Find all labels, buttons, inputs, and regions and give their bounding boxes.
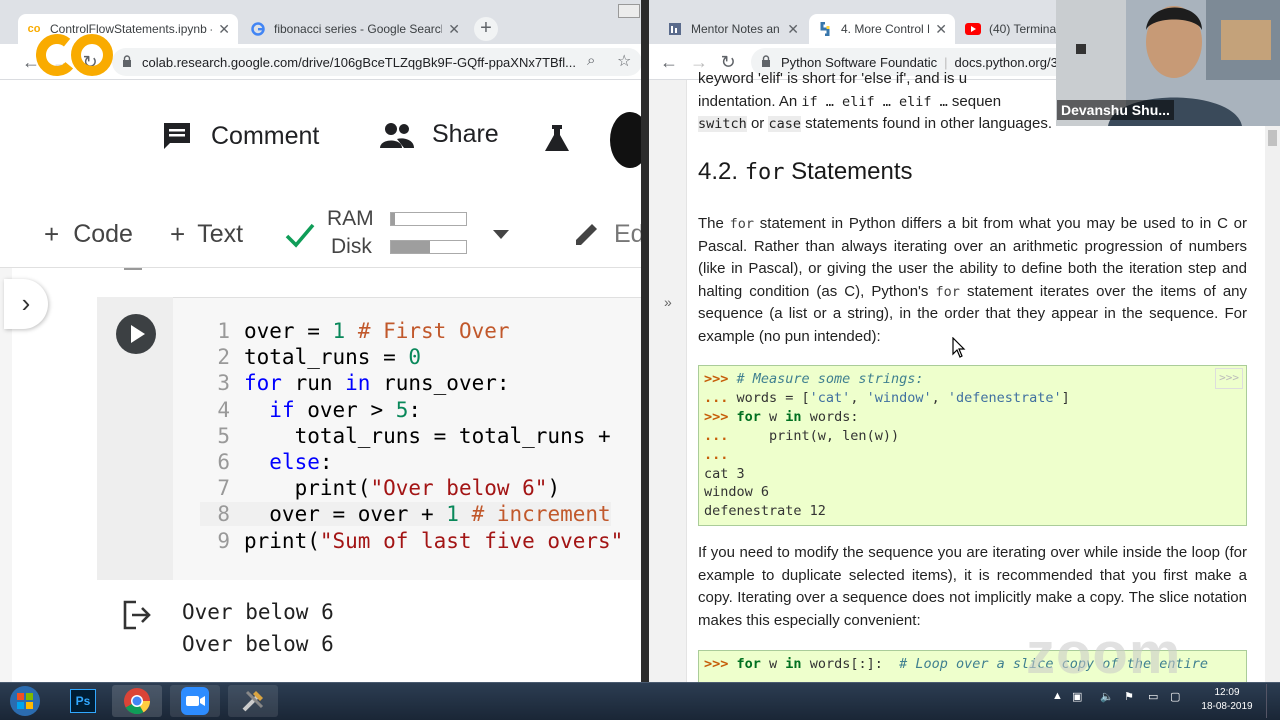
zoom-icon[interactable]: ⌕ xyxy=(587,52,595,69)
doc-scrollbar[interactable] xyxy=(1265,126,1280,682)
tray-volume-icon[interactable]: 🔈 xyxy=(1100,690,1114,703)
chrome-icon xyxy=(124,688,151,715)
new-tab-button[interactable]: + xyxy=(474,17,498,41)
disk-label: Disk xyxy=(331,235,372,258)
flask-icon[interactable] xyxy=(541,122,573,154)
doc-sidebar: » xyxy=(649,80,687,682)
sidebar-collapse-icon[interactable]: » xyxy=(664,294,672,310)
taskbar-clock[interactable]: 12:09 18-08-2019 xyxy=(1194,686,1260,714)
taskbar-zoom[interactable] xyxy=(170,685,220,717)
taskbar-chrome[interactable] xyxy=(112,685,162,717)
windows-start-icon[interactable] xyxy=(6,684,44,718)
paragraph-modify-sequence: If you need to modify the sequence you a… xyxy=(698,544,1247,629)
lock-icon xyxy=(762,55,770,67)
output-clear-icon[interactable] xyxy=(122,600,154,630)
code-line: 7 print("Over below 6") xyxy=(217,476,561,501)
cell-output xyxy=(97,580,641,682)
comment-icon xyxy=(164,123,190,149)
code-line: 9 print("Sum of last five overs" xyxy=(217,528,624,553)
taskbar-photoshop[interactable]: Ps xyxy=(58,685,108,717)
run-cell-button[interactable] xyxy=(116,314,156,354)
back-arrow-icon[interactable]: ← xyxy=(658,51,680,73)
edit-button[interactable]: Ed xyxy=(572,219,645,249)
output-text: Over below 6 Over below 6 xyxy=(182,596,334,660)
participant-name: Devanshu Shu... xyxy=(1057,100,1174,120)
tray-battery-icon[interactable]: ▭ xyxy=(1148,690,1158,703)
tab-youtube-terminal[interactable]: (40) Terminal xyxy=(957,14,1067,44)
add-code-cell-button[interactable]: + Code xyxy=(44,219,133,250)
code-line-current: 8 over = over + 1 # increment xyxy=(200,502,611,527)
window-restore-button[interactable] xyxy=(618,4,640,18)
code-line: 2 total_runs = 0 xyxy=(217,345,422,370)
checkmark-icon xyxy=(285,223,315,248)
code-line: 3 for run in runs_over: xyxy=(217,371,510,396)
pencil-icon xyxy=(576,224,597,245)
code-line: 6 else: xyxy=(217,450,333,475)
disk-usage-bar xyxy=(390,240,467,254)
taskbar-tools[interactable] xyxy=(228,685,278,717)
tab-mentor-notes[interactable]: Mentor Notes an ✕ xyxy=(659,14,807,44)
section-heading: 4.2. for Statements xyxy=(698,158,913,185)
chevron-right-icon: › xyxy=(21,288,31,318)
resources-dropdown-icon[interactable] xyxy=(493,230,509,239)
share-button[interactable]: Share xyxy=(380,120,499,149)
photoshop-icon: Ps xyxy=(70,689,96,713)
output-line: Over below 6 xyxy=(182,600,334,624)
show-desktop-button[interactable] xyxy=(1266,684,1278,718)
tray-expand-icon[interactable]: ▲ xyxy=(1052,690,1063,702)
copy-prompt-button[interactable]: >>> xyxy=(1215,368,1243,389)
bookmark-star-icon[interactable]: ☆ xyxy=(617,51,631,71)
close-tab-icon[interactable]: ✕ xyxy=(448,21,460,38)
left-panel-strip xyxy=(0,268,12,682)
comment-button[interactable]: Comment xyxy=(161,120,319,152)
close-tab-icon[interactable]: ✕ xyxy=(935,21,947,38)
ram-label: RAM xyxy=(327,207,374,230)
address-bar[interactable]: colab.research.google.com/drive/106gBceT… xyxy=(112,48,641,76)
code-example-strings[interactable]: >>> >>> # Measure some strings: ... words… xyxy=(698,365,1247,526)
zoom-app-icon xyxy=(181,687,209,715)
tray-flag-icon[interactable]: ⚑ xyxy=(1124,690,1134,703)
code-line: 5 total_runs = total_runs + xyxy=(217,423,611,448)
people-icon xyxy=(380,122,414,148)
notes-favicon-icon xyxy=(667,21,683,37)
youtube-favicon-icon xyxy=(965,21,981,37)
code-line: 4 if over > 5: xyxy=(217,397,422,422)
mouse-cursor-icon xyxy=(952,337,966,358)
output-line: Over below 6 xyxy=(182,632,334,656)
ram-usage-bar xyxy=(390,212,467,226)
tray-network-icon[interactable]: ▣ xyxy=(1072,690,1082,703)
colab-logo-icon[interactable] xyxy=(36,30,114,80)
close-tab-icon[interactable]: ✕ xyxy=(218,21,230,38)
google-favicon-icon xyxy=(250,21,266,37)
add-text-cell-button[interactable]: + Text xyxy=(170,219,243,250)
zoom-watermark: zoom xyxy=(1026,621,1182,686)
window-divider[interactable] xyxy=(641,0,649,682)
code-line: 1 over = 1 # First Over xyxy=(217,319,510,343)
tab-python-docs[interactable]: 4. More Control F ✕ xyxy=(809,14,955,44)
cell-divider xyxy=(124,268,142,270)
tray-monitor-icon[interactable]: ▢ xyxy=(1170,690,1180,703)
plus-icon: + xyxy=(170,219,186,249)
close-tab-icon[interactable]: ✕ xyxy=(787,21,799,38)
plus-icon: + xyxy=(44,219,60,249)
code-editor[interactable]: 1 over = 1 # First Over 2 total_runs = 0 3… xyxy=(200,318,623,554)
tools-icon xyxy=(242,690,264,712)
scrollbar-thumb[interactable] xyxy=(1268,130,1277,146)
paragraph-for-statement: The for statement in Python differs a bi… xyxy=(698,215,1247,345)
python-favicon-icon xyxy=(817,21,833,37)
tab-google-search[interactable]: fibonacci series - Google Search ✕ xyxy=(242,14,468,44)
lock-icon xyxy=(123,55,131,67)
